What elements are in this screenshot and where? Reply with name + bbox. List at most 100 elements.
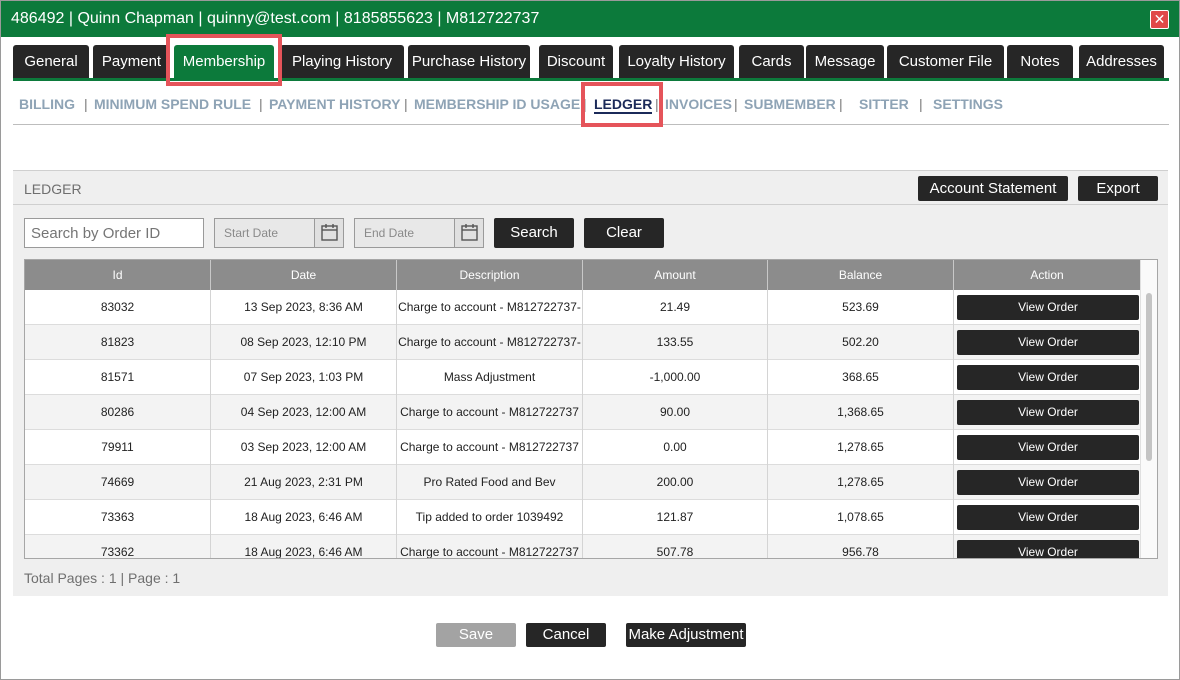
subnav-payment-history[interactable]: PAYMENT HISTORY <box>269 96 400 112</box>
start-date-placeholder: Start Date <box>224 226 279 240</box>
table-body: 83032 13 Sep 2023, 8:36 AM Charge to acc… <box>25 290 1140 558</box>
table-header: Id Date Description Amount Balance Actio… <box>25 260 1140 290</box>
cell-id: 73362 <box>25 535 211 558</box>
subnav-sitter[interactable]: SITTER <box>859 96 909 112</box>
subnav-separator: | <box>404 96 408 112</box>
subnav-separator: | <box>839 96 843 112</box>
scrollbar-thumb[interactable] <box>1146 293 1152 461</box>
column-header-date[interactable]: Date <box>211 260 397 290</box>
view-order-button[interactable]: View Order <box>957 365 1139 390</box>
subnav-separator: | <box>84 96 88 112</box>
title-text: 486492 | Quinn Chapman | quinny@test.com… <box>11 10 540 27</box>
table-row: 74669 21 Aug 2023, 2:31 PM Pro Rated Foo… <box>25 465 1140 500</box>
clear-button[interactable]: Clear <box>584 218 664 248</box>
subnav-settings[interactable]: SETTINGS <box>933 96 1003 112</box>
end-date-field[interactable]: End Date <box>354 218 484 248</box>
cell-id: 74669 <box>25 465 211 500</box>
cell-date: 04 Sep 2023, 12:00 AM <box>211 395 397 430</box>
subnav-separator: | <box>583 96 587 112</box>
cell-balance: 956.78 <box>768 535 954 558</box>
cell-description: Pro Rated Food and Bev <box>397 465 583 500</box>
cell-description: Charge to account - M812722737- <box>397 325 583 360</box>
panel-title: LEDGER <box>24 181 82 197</box>
cell-description: Mass Adjustment <box>397 360 583 395</box>
tab-cards[interactable]: Cards <box>739 45 804 78</box>
tab-membership[interactable]: Membership <box>174 45 274 78</box>
tab-message[interactable]: Message <box>806 45 884 78</box>
cell-id: 79911 <box>25 430 211 465</box>
tab-addresses[interactable]: Addresses <box>1079 45 1164 78</box>
cell-date: 13 Sep 2023, 8:36 AM <box>211 290 397 325</box>
subnav-billing[interactable]: BILLING <box>19 96 75 112</box>
cell-date: 21 Aug 2023, 2:31 PM <box>211 465 397 500</box>
save-button[interactable]: Save <box>436 623 516 647</box>
column-header-action: Action <box>1030 268 1064 282</box>
make-adjustment-button[interactable]: Make Adjustment <box>626 623 746 647</box>
table-row: 81823 08 Sep 2023, 12:10 PM Charge to ac… <box>25 325 1140 360</box>
search-button[interactable]: Search <box>494 218 574 248</box>
table-row: 80286 04 Sep 2023, 12:00 AM Charge to ac… <box>25 395 1140 430</box>
tab-loyalty-history[interactable]: Loyalty History <box>619 45 734 78</box>
tab-payment[interactable]: Payment <box>93 45 170 78</box>
cell-amount: 507.78 <box>583 535 768 558</box>
table-scrollbar[interactable] <box>1140 260 1157 558</box>
subnav-invoices[interactable]: INVOICES <box>665 96 732 112</box>
cell-amount: 21.49 <box>583 290 768 325</box>
cell-description: Charge to account - M812722737 <box>397 395 583 430</box>
view-order-button[interactable]: View Order <box>957 400 1139 425</box>
tab-customer-file[interactable]: Customer File <box>887 45 1004 78</box>
view-order-button[interactable]: View Order <box>957 505 1139 530</box>
column-header-amount[interactable]: Amount <box>583 260 768 290</box>
ledger-panel: LEDGER Account Statement Export Start Da… <box>13 170 1168 596</box>
cell-date: 08 Sep 2023, 12:10 PM <box>211 325 397 360</box>
start-date-field[interactable]: Start Date <box>214 218 344 248</box>
cell-balance: 1,278.65 <box>768 465 954 500</box>
cell-amount: 0.00 <box>583 430 768 465</box>
cell-id: 73363 <box>25 500 211 535</box>
view-order-button[interactable]: View Order <box>957 470 1139 495</box>
account-statement-button[interactable]: Account Statement <box>918 176 1068 201</box>
column-header-balance[interactable]: Balance <box>768 260 954 290</box>
table-row: 73363 18 Aug 2023, 6:46 AM Tip added to … <box>25 500 1140 535</box>
subnav-membership-id-usage[interactable]: MEMBERSHIP ID USAGE <box>414 96 580 112</box>
cancel-button[interactable]: Cancel <box>526 623 606 647</box>
cell-date: 18 Aug 2023, 6:46 AM <box>211 535 397 558</box>
subnav-minimum-spend-rule[interactable]: MINIMUM SPEND RULE <box>94 96 251 112</box>
tab-playing-history[interactable]: Playing History <box>280 45 404 78</box>
view-order-button[interactable]: View Order <box>957 540 1139 558</box>
subnav-separator: | <box>919 96 923 112</box>
title-bar: 486492 | Quinn Chapman | quinny@test.com… <box>1 1 1179 37</box>
table-row: 79911 03 Sep 2023, 12:00 AM Charge to ac… <box>25 430 1140 465</box>
calendar-icon[interactable] <box>454 219 483 247</box>
tab-discount[interactable]: Discount <box>539 45 613 78</box>
column-header-description[interactable]: Description <box>397 260 583 290</box>
cell-balance: 368.65 <box>768 360 954 395</box>
table-row: 73362 18 Aug 2023, 6:46 AM Charge to acc… <box>25 535 1140 558</box>
tab-general[interactable]: General <box>13 45 89 78</box>
cell-amount: 200.00 <box>583 465 768 500</box>
cell-balance: 1,368.65 <box>768 395 954 430</box>
tab-notes[interactable]: Notes <box>1007 45 1073 78</box>
column-header-id[interactable]: Id <box>25 260 211 290</box>
cell-description: Tip added to order 1039492 <box>397 500 583 535</box>
subnav-submember[interactable]: SUBMEMBER <box>744 96 836 112</box>
cell-description: Charge to account - M812722737 <box>397 535 583 558</box>
view-order-button[interactable]: View Order <box>957 435 1139 460</box>
ledger-table: Id Date Description Amount Balance Actio… <box>24 259 1158 559</box>
table-row: 81571 07 Sep 2023, 1:03 PM Mass Adjustme… <box>25 360 1140 395</box>
cell-id: 81823 <box>25 325 211 360</box>
order-id-search-input[interactable] <box>24 218 204 248</box>
customer-window: 486492 | Quinn Chapman | quinny@test.com… <box>0 0 1180 680</box>
cell-amount: 121.87 <box>583 500 768 535</box>
calendar-icon[interactable] <box>314 219 343 247</box>
close-icon[interactable]: ✕ <box>1150 10 1169 29</box>
export-button[interactable]: Export <box>1078 176 1158 201</box>
subnav-ledger[interactable]: LEDGER <box>594 96 653 114</box>
subnav-separator: | <box>655 96 659 112</box>
cell-id: 80286 <box>25 395 211 430</box>
tab-purchase-history[interactable]: Purchase History <box>408 45 530 78</box>
view-order-button[interactable]: View Order <box>957 295 1139 320</box>
subnav-separator: | <box>734 96 738 112</box>
table-row: 83032 13 Sep 2023, 8:36 AM Charge to acc… <box>25 290 1140 325</box>
view-order-button[interactable]: View Order <box>957 330 1139 355</box>
